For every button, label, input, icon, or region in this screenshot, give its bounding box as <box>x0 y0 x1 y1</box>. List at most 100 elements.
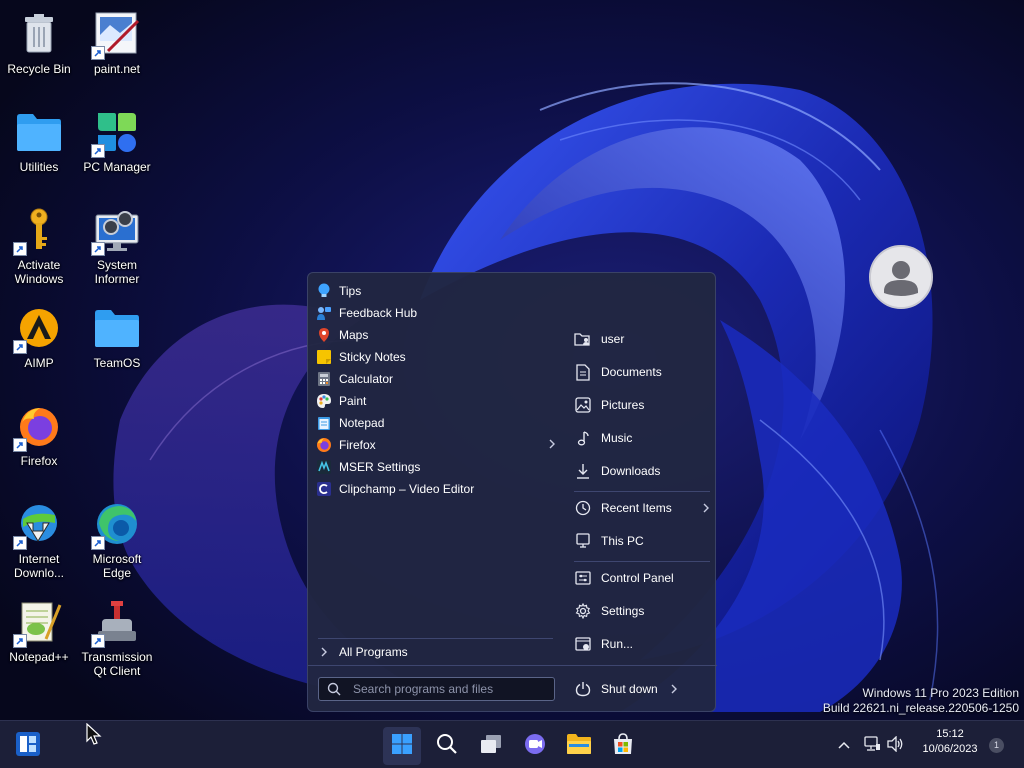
program-item-tips[interactable]: Tips <box>316 280 558 302</box>
firefox-icon <box>13 400 65 452</box>
user-avatar[interactable] <box>869 245 933 309</box>
desktop-icon-label: paint.net <box>93 62 141 76</box>
program-item-feedback-hub[interactable]: Feedback Hub <box>316 302 558 324</box>
edge-icon <box>91 498 143 550</box>
control-panel-icon <box>574 569 592 587</box>
places-item-downloads[interactable]: Downloads <box>574 457 710 485</box>
network-status-button[interactable] <box>860 727 884 765</box>
program-item-calculator[interactable]: Calculator <box>316 368 558 390</box>
desktop-icon-utilities[interactable]: Utilities <box>0 106 78 196</box>
program-label: Paint <box>339 394 367 408</box>
downloads-icon <box>574 462 592 480</box>
taskbar-start-classic-button[interactable] <box>9 727 47 765</box>
desktop-icon-label: Internet Downlo... <box>13 552 65 580</box>
desktop-icon-teamos[interactable]: TeamOS <box>78 302 156 392</box>
places-item-this-pc[interactable]: This PC <box>574 527 710 555</box>
places-label: Downloads <box>601 464 661 478</box>
desktop-icon-system-informer[interactable]: System Informer <box>78 204 156 294</box>
chevron-up-icon <box>837 737 851 755</box>
taskbar-task-view-button[interactable] <box>472 727 510 765</box>
shortcut-arrow-icon <box>91 536 105 550</box>
desktop-icon-pc-manager[interactable]: PC Manager <box>78 106 156 196</box>
pictures-icon <box>574 396 592 414</box>
chevron-right-icon[interactable] <box>548 437 556 454</box>
places-item-music[interactable]: Music <box>574 424 710 452</box>
program-item-paint[interactable]: Paint <box>316 390 558 412</box>
desktop-icon-paint-net[interactable]: paint.net <box>78 8 156 98</box>
user-folder-icon <box>574 330 592 348</box>
places-item-user[interactable]: user <box>574 325 710 353</box>
desktop-icon-activate-windows[interactable]: Activate Windows <box>0 204 78 294</box>
taskbar-teams-chat-button[interactable] <box>516 727 554 765</box>
speaker-icon <box>887 734 905 757</box>
desktop-icon-internet-download-manager[interactable]: Internet Downlo... <box>0 498 78 588</box>
program-item-mser-settings[interactable]: MSER Settings <box>316 456 558 478</box>
places-item-recent-items[interactable]: Recent Items <box>574 494 710 522</box>
calculator-icon <box>316 371 332 387</box>
program-item-clipchamp[interactable]: Clipchamp – Video Editor <box>316 478 558 500</box>
clock-time: 15:12 <box>936 728 964 740</box>
start-menu-icon <box>15 731 41 762</box>
music-icon <box>574 429 592 447</box>
desktop-icon-label: Transmission Qt Client <box>81 650 153 678</box>
desktop-icon-recycle-bin[interactable]: Recycle Bin <box>0 8 78 98</box>
taskbar: 15:12 10/06/2023 1 <box>0 720 1024 768</box>
desktop-icon-notepad-plus-plus[interactable]: Notepad++ <box>0 596 78 686</box>
shortcut-arrow-icon <box>13 634 27 648</box>
sticky-notes-icon <box>316 349 332 365</box>
places-label: Pictures <box>601 398 645 412</box>
desktop-icon-label: Utilities <box>19 160 59 174</box>
shortcut-arrow-icon <box>13 438 27 452</box>
program-label: Maps <box>339 328 369 342</box>
clock-date: 10/06/2023 <box>922 743 978 755</box>
places-item-run[interactable]: Run... <box>574 630 710 658</box>
all-programs-button[interactable]: All Programs <box>316 641 558 663</box>
folder-icon <box>13 106 65 158</box>
start-menu-programs-pane: Tips Feedback Hub Maps Sticky Notes Calc… <box>308 273 717 713</box>
show-hidden-icons-button[interactable] <box>832 727 856 765</box>
program-item-notepad[interactable]: Notepad <box>316 412 558 434</box>
start-menu: Tips Feedback Hub Maps Sticky Notes Calc… <box>307 245 933 713</box>
program-item-firefox[interactable]: Firefox <box>316 434 558 456</box>
start-menu-places-pane: user Documents Pictures Music Downloads … <box>566 245 933 713</box>
key-icon <box>13 204 65 256</box>
program-label: Feedback Hub <box>339 306 418 320</box>
aimp-icon <box>13 302 65 354</box>
places-item-pictures[interactable]: Pictures <box>574 391 710 419</box>
taskbar-search-button[interactable] <box>428 727 466 765</box>
places-label: Music <box>601 431 633 445</box>
desktop-icon-label: System Informer <box>94 258 140 286</box>
desktop-icon-aimp[interactable]: AIMP <box>0 302 78 392</box>
desktop-icon-label: Microsoft Edge <box>92 552 142 580</box>
shutdown-label: Shut down <box>601 682 658 696</box>
volume-button[interactable] <box>884 727 908 765</box>
system-informer-icon <box>91 204 143 256</box>
desktop-icon-microsoft-edge[interactable]: Microsoft Edge <box>78 498 156 588</box>
paint-net-icon <box>91 8 143 60</box>
desktop-icon-label: Firefox <box>20 454 58 468</box>
search-input[interactable]: Search programs and files <box>318 677 555 701</box>
program-item-maps[interactable]: Maps <box>316 324 558 346</box>
program-item-sticky-notes[interactable]: Sticky Notes <box>316 346 558 368</box>
shortcut-arrow-icon <box>91 46 105 60</box>
shutdown-button[interactable]: Shut down <box>574 675 710 703</box>
notification-badge[interactable]: 1 <box>989 738 1004 753</box>
shortcut-arrow-icon <box>91 242 105 256</box>
maps-icon <box>316 327 332 343</box>
taskbar-clock[interactable]: 15:12 10/06/2023 <box>912 727 988 757</box>
feedback-hub-icon <box>316 305 332 321</box>
desktop-icon-transmission[interactable]: Transmission Qt Client <box>78 596 156 686</box>
places-item-control-panel[interactable]: Control Panel <box>574 564 710 592</box>
chevron-right-icon <box>316 644 332 660</box>
notepad-plus-plus-icon <box>13 596 65 648</box>
power-icon <box>574 680 592 698</box>
taskbar-file-explorer-button[interactable] <box>560 727 598 765</box>
windows-logo-icon <box>391 733 413 760</box>
taskbar-microsoft-store-button[interactable] <box>604 727 642 765</box>
taskbar-windows-start-button[interactable] <box>383 727 421 765</box>
desktop-icon-firefox[interactable]: Firefox <box>0 400 78 490</box>
places-item-settings[interactable]: Settings <box>574 597 710 625</box>
mser-settings-icon <box>316 459 332 475</box>
chevron-right-icon[interactable] <box>670 682 678 696</box>
places-item-documents[interactable]: Documents <box>574 358 710 386</box>
